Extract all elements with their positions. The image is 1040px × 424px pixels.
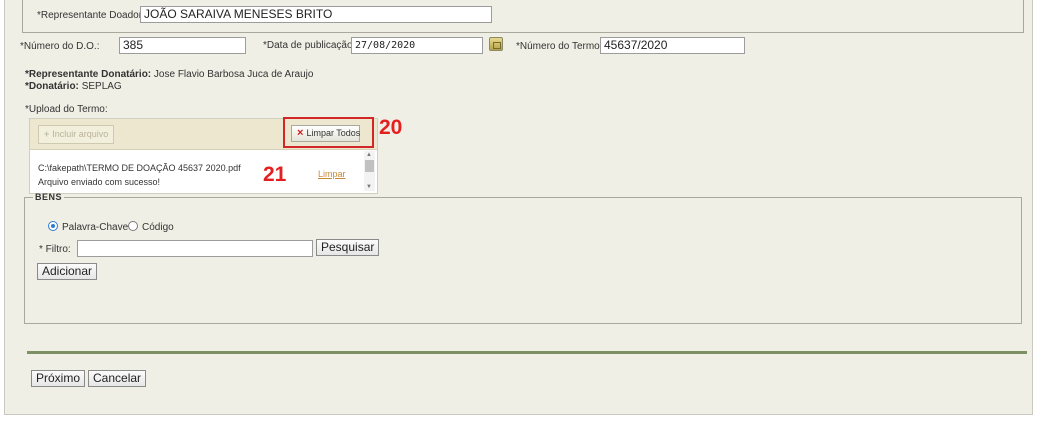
bens-fieldset: BENS xyxy=(24,192,1022,324)
scroll-down-icon[interactable]: ▼ xyxy=(366,184,372,190)
next-button[interactable]: Próximo xyxy=(31,370,86,387)
numero-termo-label: *Número do Termo: xyxy=(516,41,603,52)
file-list-scrollbar[interactable]: ▲ ▼ xyxy=(364,151,375,191)
cancel-button[interactable]: Cancelar xyxy=(88,370,147,387)
representante-donatario-value: Jose Flavio Barbosa Juca de Araujo xyxy=(153,69,314,80)
radio-codigo-label: Código xyxy=(142,222,174,233)
scroll-thumb[interactable] xyxy=(365,160,374,172)
filtro-label: * Filtro: xyxy=(39,244,71,255)
plus-icon: + xyxy=(44,129,50,139)
radio-palavra-chave-label: Palavra-Chave xyxy=(62,222,129,233)
radio-palavra-chave[interactable] xyxy=(48,221,58,231)
representante-doador-label: *Representante Doador: xyxy=(37,10,145,21)
bens-legend: BENS xyxy=(35,192,63,202)
data-publicacao-field[interactable]: 27/08/2020 xyxy=(351,37,483,54)
add-bens-button[interactable]: Adicionar xyxy=(37,263,98,280)
search-button[interactable]: Pesquisar xyxy=(316,239,380,256)
doador-section: *Representante Doador: JOÃO SARAIVA MENE… xyxy=(22,0,1024,33)
upload-label: *Upload do Termo: xyxy=(25,104,108,115)
representante-donatario-row: *Representante Donatário: Jose Flavio Ba… xyxy=(25,69,313,80)
uploaded-file-name: C:\fakepath\TERMO DE DOAÇÃO 45637 2020.p… xyxy=(38,163,241,173)
add-file-label: Incluir arquivo xyxy=(52,129,109,139)
data-publicacao-label: *Data de publicação: xyxy=(263,40,356,51)
upload-status: Arquivo enviado com sucesso! xyxy=(38,177,161,187)
scroll-up-icon[interactable]: ▲ xyxy=(366,152,372,158)
representante-doador-field[interactable]: JOÃO SARAIVA MENESES BRITO xyxy=(140,6,492,23)
radio-codigo[interactable] xyxy=(128,221,138,231)
representante-donatario-label: *Representante Donatário: xyxy=(25,69,152,80)
form-page: *Representante Doador: JOÃO SARAIVA MENE… xyxy=(4,0,1033,415)
annotation-21: 21 xyxy=(263,163,287,186)
donatario-value: SEPLAG xyxy=(81,81,122,92)
highlight-box-20 xyxy=(283,117,374,148)
remove-file-link[interactable]: Limpar xyxy=(318,169,346,179)
annotation-20: 20 xyxy=(379,116,403,139)
section-divider xyxy=(27,351,1027,354)
numero-termo-field[interactable]: 45637/2020 xyxy=(600,37,745,54)
numero-do-field[interactable]: 385 xyxy=(119,37,246,54)
donatario-label: *Donatário: xyxy=(25,81,79,92)
add-file-button[interactable]: + Incluir arquivo xyxy=(38,125,115,144)
filtro-input[interactable] xyxy=(77,240,313,257)
calendar-icon[interactable] xyxy=(489,37,503,51)
numero-do-label: *Número do D.O.: xyxy=(20,41,100,52)
donatario-row: *Donatário: SEPLAG xyxy=(25,81,122,92)
